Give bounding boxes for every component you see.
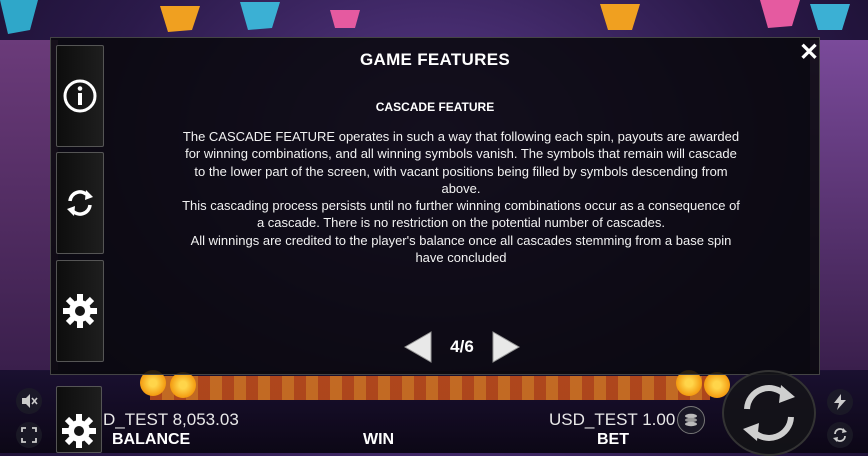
feature-description: The CASCADE FEATURE operates in such a w… <box>181 128 741 266</box>
modal-title: GAME FEATURES <box>360 50 510 69</box>
spin-icon <box>743 385 795 441</box>
autoplay-button[interactable] <box>56 152 104 254</box>
next-page-button[interactable] <box>491 330 521 364</box>
autoplay-icon <box>833 428 847 442</box>
description-paragraph: All winnings are credited to the player'… <box>190 232 732 266</box>
game-features-modal: GAME FEATURES ✕ CASCADE FEATURE The CASC… <box>50 37 820 375</box>
previous-page-button[interactable] <box>403 330 433 364</box>
arrow-left-icon <box>403 331 432 363</box>
bet-selector-button[interactable] <box>677 406 705 434</box>
page-indicator: 4/6 <box>450 337 474 356</box>
sound-toggle-button[interactable] <box>16 388 42 414</box>
mute-icon <box>22 394 38 408</box>
close-button[interactable]: ✕ <box>795 40 823 68</box>
page-navigation: 4/6 <box>403 330 521 364</box>
close-icon: ✕ <box>798 39 820 66</box>
autoplay-toggle-button[interactable] <box>827 422 853 448</box>
info-button[interactable] <box>56 45 104 147</box>
decorative-stripe <box>150 376 710 400</box>
bet-value: USD_TEST 1.00 <box>549 410 676 429</box>
bet-label: BET <box>597 431 629 448</box>
win-label: WIN <box>363 431 395 448</box>
marigold-decoration <box>170 372 196 398</box>
balance-label: BALANCE <box>112 431 191 448</box>
settings-icon <box>62 414 96 448</box>
turbo-button[interactable] <box>827 389 853 415</box>
settings-button[interactable] <box>56 260 104 362</box>
settings-button[interactable] <box>56 386 102 453</box>
fullscreen-button[interactable] <box>16 422 42 448</box>
balance-value: D_TEST 8,053.03 <box>103 410 239 429</box>
settings-icon <box>63 294 97 328</box>
fullscreen-icon <box>21 427 37 443</box>
description-paragraph: The CASCADE FEATURE operates in such a w… <box>182 129 740 196</box>
section-title: CASCADE FEATURE <box>375 100 495 114</box>
autoplay-icon <box>67 190 93 216</box>
info-icon <box>63 79 97 113</box>
arrow-right-icon <box>492 331 521 363</box>
coin-stack-icon <box>685 413 697 427</box>
description-paragraph: This cascading process persists until no… <box>182 198 740 231</box>
spin-button[interactable] <box>722 370 816 456</box>
lightning-icon <box>834 394 846 410</box>
